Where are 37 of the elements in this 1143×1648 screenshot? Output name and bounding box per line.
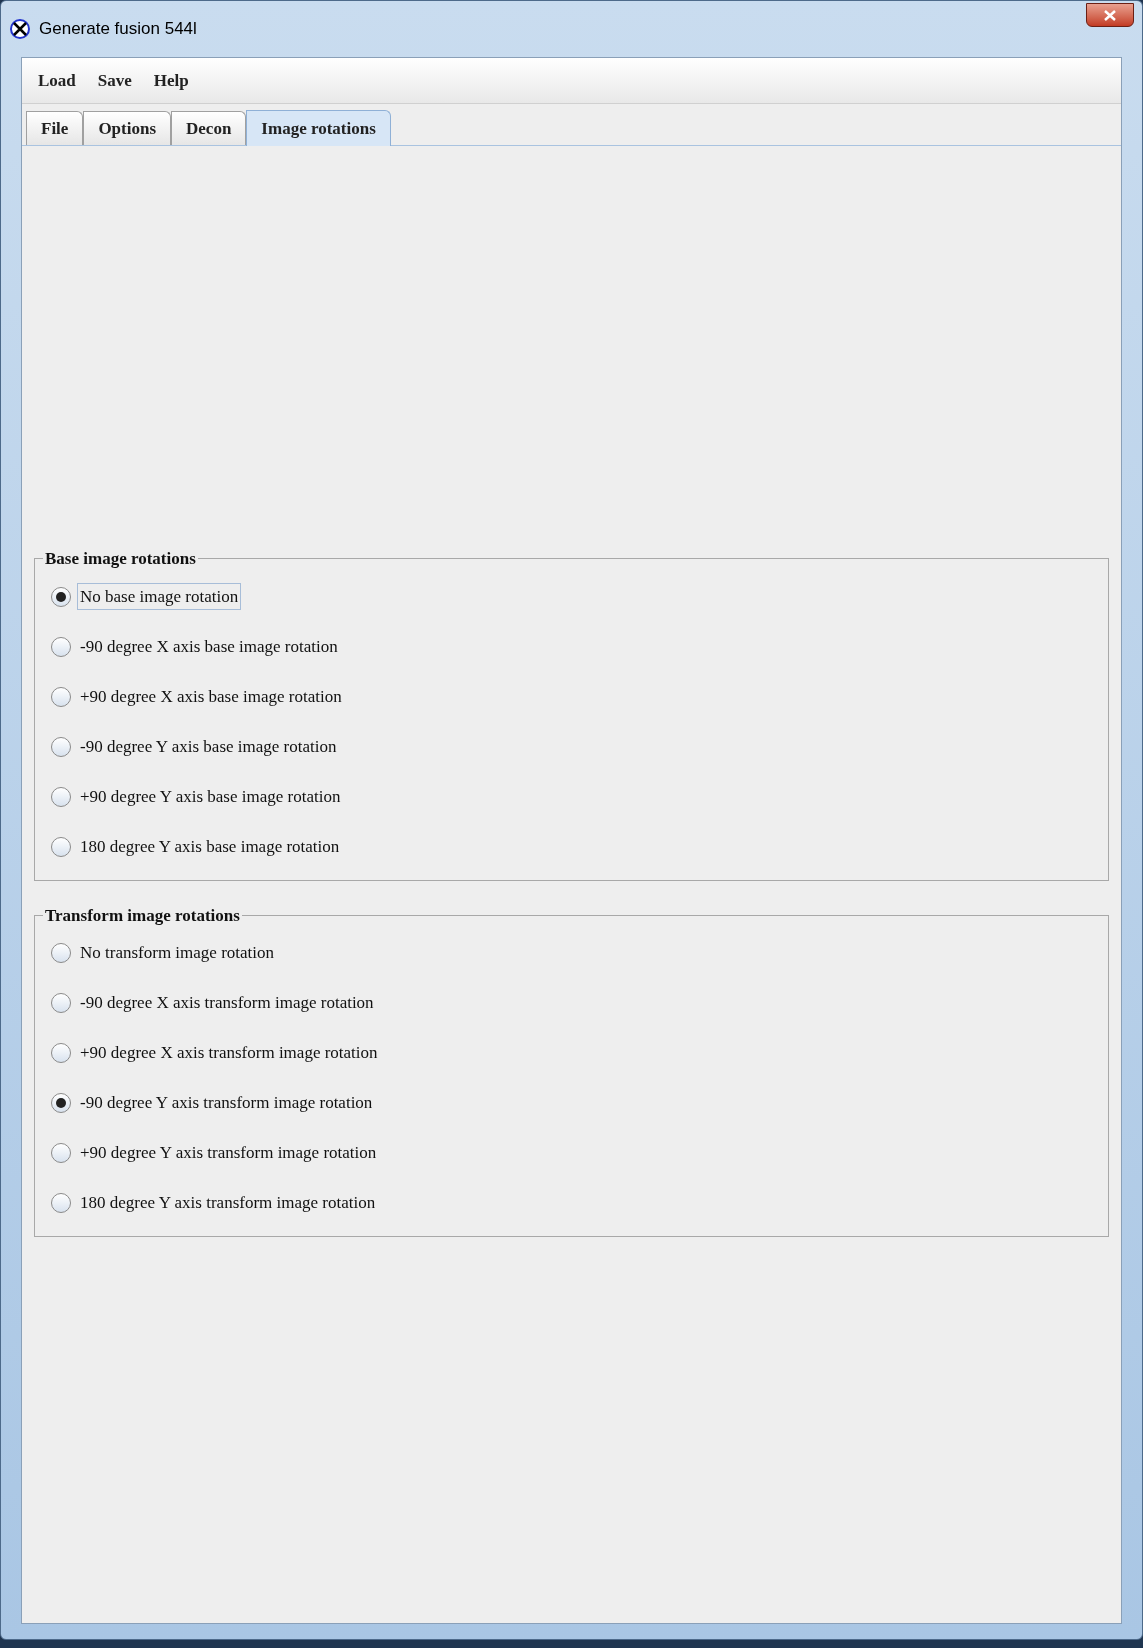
radio-label[interactable]: 180 degree Y axis base image rotation [77, 832, 343, 861]
radio-button[interactable] [51, 736, 71, 757]
menu-item[interactable]: Load [28, 63, 86, 98]
tab[interactable]: Options [83, 111, 172, 145]
radio-label[interactable]: No base image rotation [77, 582, 242, 611]
radio-button[interactable] [51, 786, 71, 807]
radio-button[interactable] [51, 1193, 71, 1213]
radio-button[interactable] [51, 993, 71, 1013]
group-title: Base image rotations [44, 548, 197, 570]
radio-label[interactable]: -90 degree Y axis transform image rotation [77, 1089, 376, 1117]
tab[interactable]: Image rotations [246, 110, 391, 146]
close-button[interactable] [1086, 3, 1134, 27]
radio-label[interactable]: -90 degree Y axis base image rotation [77, 732, 340, 761]
tab[interactable]: Decon [171, 111, 247, 145]
radio-button[interactable] [51, 686, 71, 707]
radio-button[interactable] [51, 1143, 71, 1163]
radio-label[interactable]: +90 degree Y axis base image rotation [77, 782, 344, 811]
window-title: Generate fusion 544l [39, 18, 197, 41]
radio-button[interactable] [51, 636, 71, 657]
tab[interactable]: File [26, 111, 84, 145]
radio-button[interactable] [51, 836, 71, 857]
radio-label[interactable]: +90 degree X axis base image rotation [77, 682, 345, 711]
radio-label[interactable]: +90 degree X axis transform image rotation [77, 1039, 381, 1067]
radio-label[interactable]: -90 degree X axis base image rotation [77, 632, 341, 661]
group-title: Transform image rotations [44, 904, 241, 927]
radio-label[interactable]: No transform image rotation [77, 939, 278, 967]
radio-label[interactable]: 180 degree Y axis transform image rotation [77, 1189, 379, 1217]
menu-item[interactable]: Help [143, 63, 199, 98]
radio-button[interactable] [51, 586, 71, 607]
app-icon [9, 18, 31, 40]
radio-button[interactable] [51, 943, 71, 963]
radio-button[interactable] [51, 1093, 71, 1113]
radio-label[interactable]: -90 degree X axis transform image rotation [77, 989, 377, 1017]
radio-button[interactable] [51, 1043, 71, 1063]
menu-item[interactable]: Save [87, 63, 142, 98]
radio-label[interactable]: +90 degree Y axis transform image rotation [77, 1139, 380, 1167]
close-icon [1104, 9, 1116, 21]
